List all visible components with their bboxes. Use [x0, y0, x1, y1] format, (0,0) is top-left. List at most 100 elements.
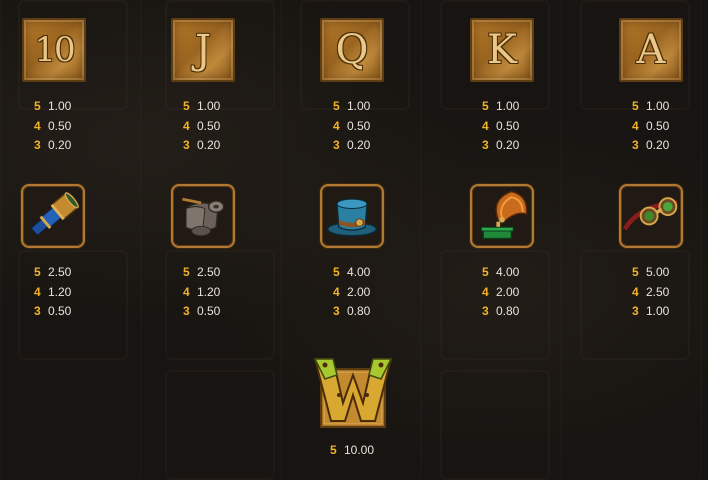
pay-count: 5	[482, 99, 489, 113]
pay-row: 4 1.20	[34, 283, 71, 303]
paytable-q: 5 1.00 4 0.50 3 0.20	[333, 97, 370, 156]
pay-count: 4	[632, 118, 639, 133]
pay-count: 5	[333, 99, 340, 113]
pay-value: 0.50	[347, 118, 371, 133]
pay-count: 4	[34, 118, 41, 133]
pay-value: 4.00	[347, 265, 371, 279]
paytable-gramophone: 5 4.00 4 2.00 3 0.80	[482, 263, 519, 322]
pay-count: 5	[34, 99, 41, 113]
pay-row: 3 0.20	[632, 136, 669, 156]
pay-count: 3	[632, 304, 639, 318]
pay-row: 5 1.00	[34, 97, 71, 117]
pay-row: 4 0.50	[34, 117, 71, 137]
pay-row: 3 0.20	[183, 136, 220, 156]
pay-value: 0.50	[48, 304, 72, 318]
background-cell	[440, 370, 550, 480]
pay-row: 4 2.50	[632, 283, 669, 303]
pay-value: 0.50	[48, 118, 72, 133]
pay-value: 0.80	[347, 304, 371, 318]
pay-row: 5 2.50	[34, 263, 71, 283]
pay-row: 5 1.00	[632, 97, 669, 117]
pay-count: 5	[183, 265, 190, 279]
pay-value: 1.00	[347, 99, 371, 113]
pay-row: 4 0.50	[333, 117, 370, 137]
pay-count: 3	[632, 138, 639, 152]
paytable-j: 5 1.00 4 0.50 3 0.20	[183, 97, 220, 156]
pay-value: 2.00	[496, 284, 520, 299]
paytable-10: 5 1.00 4 0.50 3 0.20	[34, 97, 71, 156]
pay-row: 3 0.80	[482, 302, 519, 322]
pay-count: 5	[632, 99, 639, 113]
pay-row: 3 0.20	[333, 136, 370, 156]
top-hat-icon	[320, 184, 384, 248]
pay-count: 5	[333, 265, 340, 279]
pay-value: 1.00	[646, 304, 670, 318]
pay-row: 5 10.00	[330, 441, 374, 461]
pay-count: 4	[34, 284, 41, 299]
goggles-icon	[619, 184, 683, 248]
pay-count: 4	[482, 284, 489, 299]
pay-count: 3	[333, 304, 340, 318]
pay-value: 2.00	[347, 284, 371, 299]
pay-value: 1.00	[496, 99, 520, 113]
pay-value: 2.50	[48, 265, 72, 279]
card-jack-icon: J	[171, 18, 235, 82]
pay-row: 4 0.50	[632, 117, 669, 137]
pay-row: 4 0.50	[183, 117, 220, 137]
pay-count: 4	[183, 284, 190, 299]
pay-value: 0.20	[496, 138, 520, 152]
pay-row: 3 0.20	[34, 136, 71, 156]
pay-count: 4	[632, 284, 639, 299]
pay-value: 1.00	[48, 99, 72, 113]
pay-count: 3	[482, 304, 489, 318]
gramophone-icon	[470, 184, 534, 248]
pay-value: 2.50	[197, 265, 221, 279]
pay-row: 5 1.00	[183, 97, 220, 117]
symbol-label: K	[487, 27, 517, 73]
pay-value: 0.50	[646, 118, 670, 133]
paytable-k: 5 1.00 4 0.50 3 0.20	[482, 97, 519, 156]
pay-row: 5 2.50	[183, 263, 220, 283]
pay-value: 0.50	[197, 118, 221, 133]
pay-value: 2.50	[646, 284, 670, 299]
pay-value: 0.50	[496, 118, 520, 133]
pay-count: 3	[34, 138, 41, 152]
card-ten-icon: 10	[22, 18, 86, 82]
pay-row: 3 0.20	[482, 136, 519, 156]
symbol-label: Q	[335, 27, 369, 73]
wild-w-icon	[313, 355, 393, 429]
pay-count: 5	[330, 443, 337, 457]
pay-row: 3 0.50	[183, 302, 220, 322]
pay-count: 5	[34, 265, 41, 279]
pay-value: 10.00	[344, 443, 375, 457]
scroll-icon	[171, 184, 235, 248]
pay-row: 5 4.00	[333, 263, 370, 283]
telescope-icon	[21, 184, 85, 248]
card-ace-icon: A	[619, 18, 683, 82]
pay-row: 4 1.20	[183, 283, 220, 303]
pay-row: 3 0.80	[333, 302, 370, 322]
background-cell	[165, 370, 275, 480]
pay-count: 3	[333, 138, 340, 152]
pay-value: 0.50	[197, 304, 221, 318]
pay-value: 0.20	[347, 138, 371, 152]
pay-value: 4.00	[496, 265, 520, 279]
pay-value: 1.00	[646, 99, 670, 113]
pay-row: 4 2.00	[333, 283, 370, 303]
pay-value: 0.20	[48, 138, 72, 152]
pay-value: 1.20	[48, 284, 72, 299]
pay-count: 5	[482, 265, 489, 279]
card-king-icon: K	[470, 18, 534, 82]
pay-count: 3	[183, 304, 190, 318]
pay-row: 4 0.50	[482, 117, 519, 137]
pay-value: 5.00	[646, 265, 670, 279]
card-queen-icon: Q	[320, 18, 384, 82]
pay-count: 4	[482, 118, 489, 133]
paytable-wild: 5 10.00	[330, 441, 374, 461]
pay-value: 1.20	[197, 284, 221, 299]
pay-row: 4 2.00	[482, 283, 519, 303]
pay-value: 0.80	[496, 304, 520, 318]
pay-count: 3	[482, 138, 489, 152]
paytable-a: 5 1.00 4 0.50 3 0.20	[632, 97, 669, 156]
pay-row: 5 4.00	[482, 263, 519, 283]
